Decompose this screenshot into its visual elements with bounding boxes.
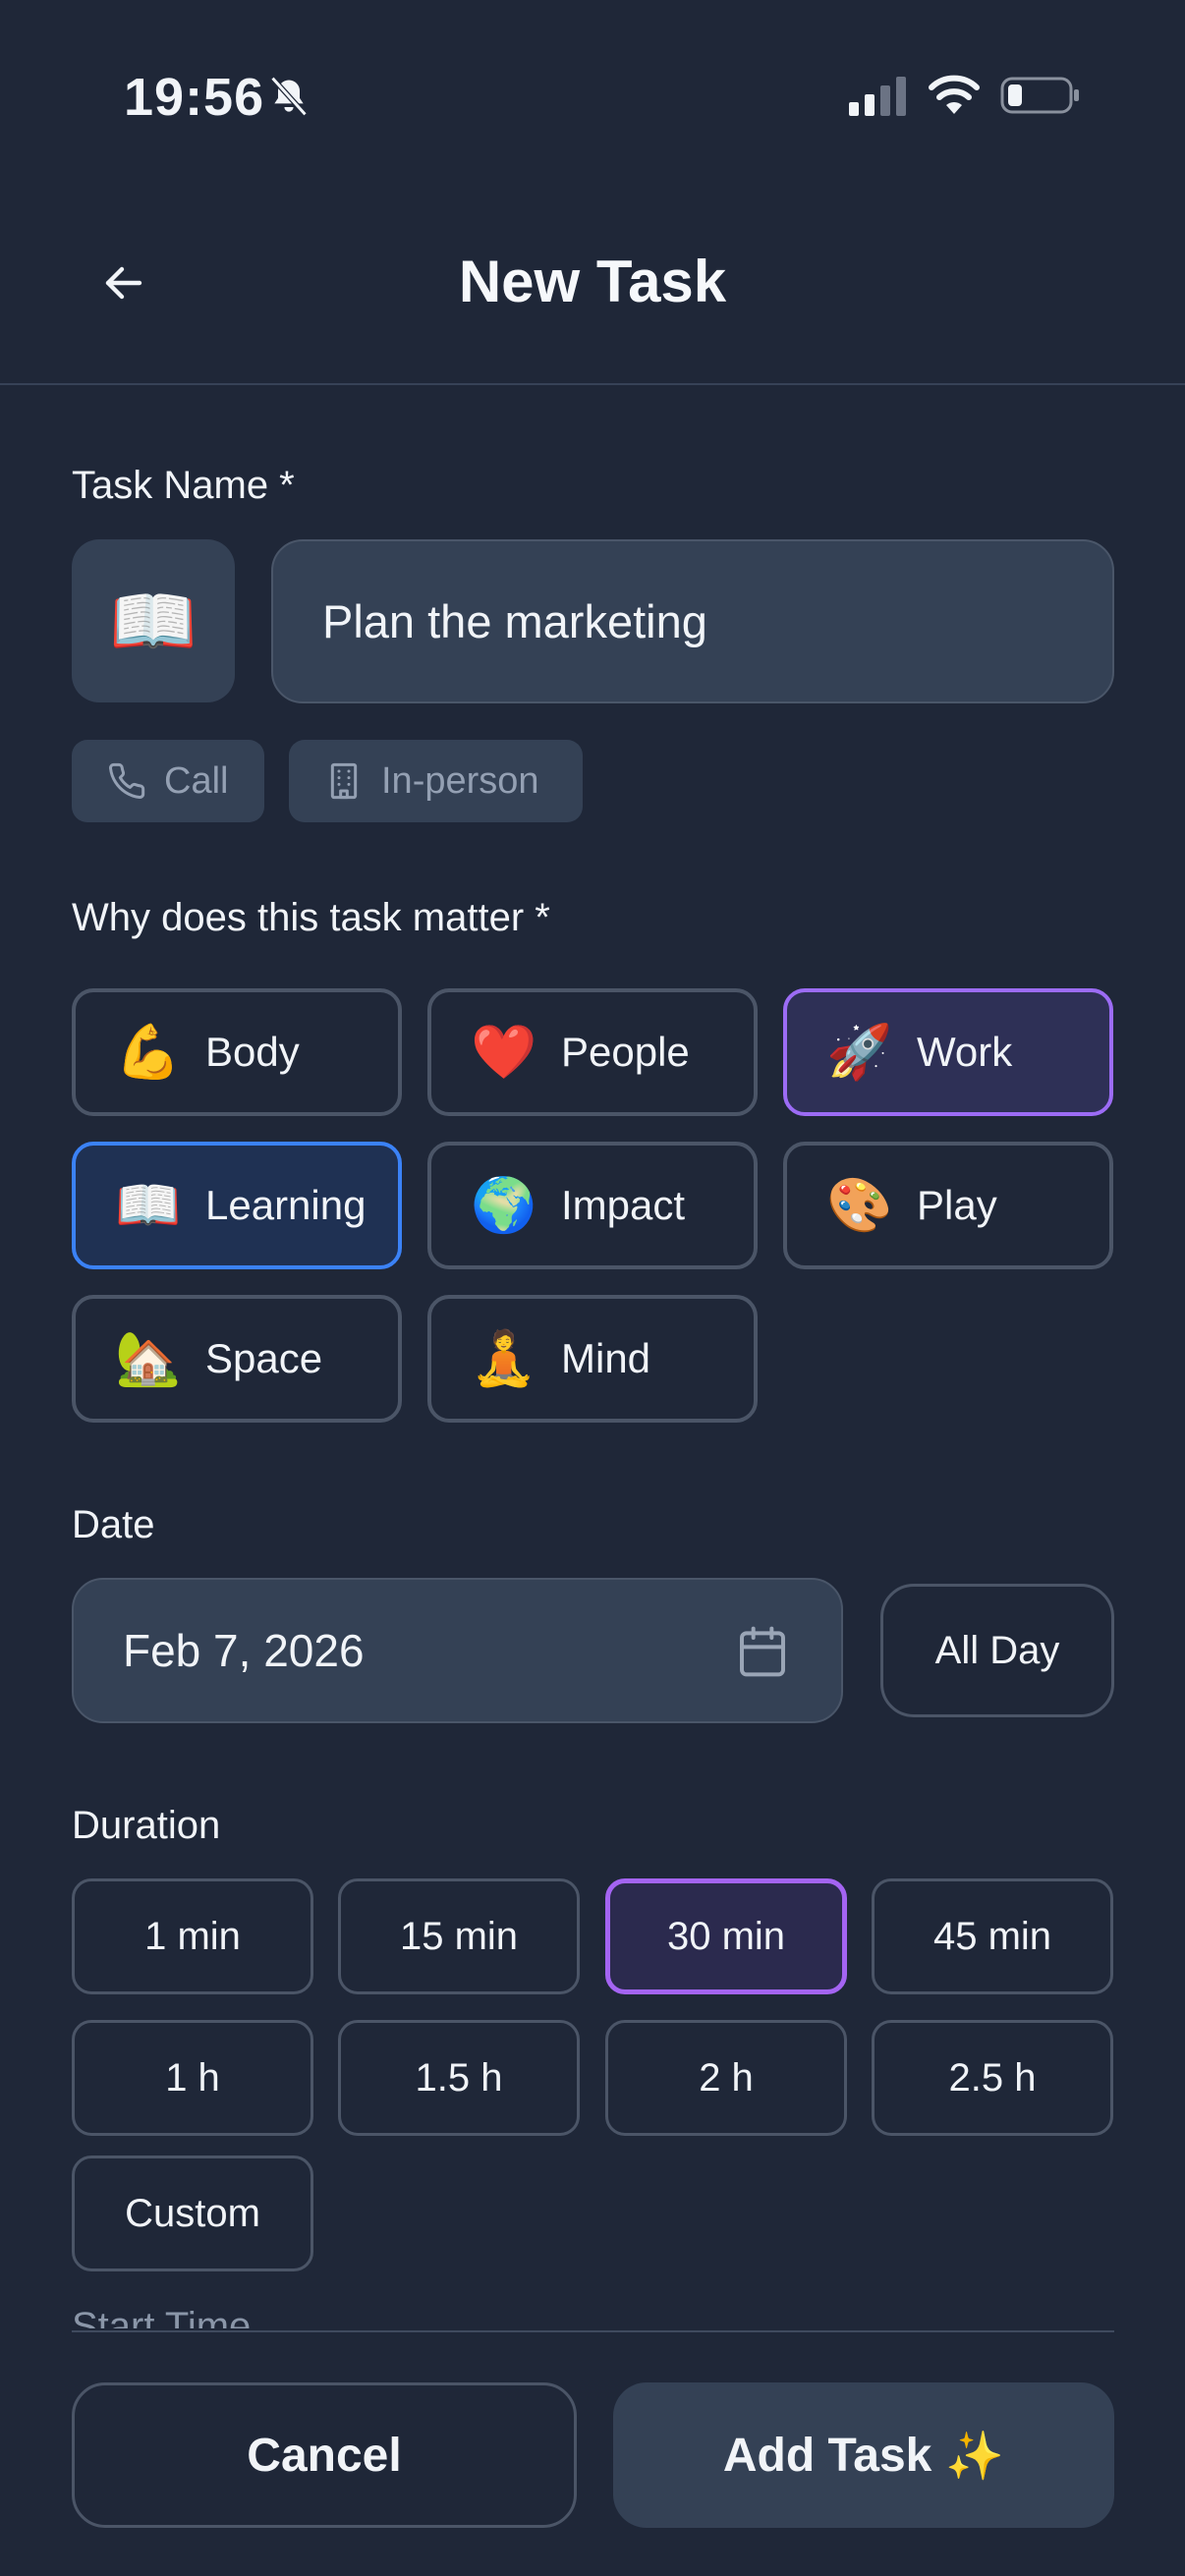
why-option-label: Work: [917, 1029, 1013, 1075]
why-option-body[interactable]: 💪 Body: [72, 988, 402, 1116]
footer-divider: [72, 2330, 1114, 2332]
duration-option-30-min[interactable]: 30 min: [605, 1878, 847, 1994]
duration-option-1-h[interactable]: 1 h: [72, 2020, 313, 2136]
why-option-space[interactable]: 🏡 Space: [72, 1295, 402, 1423]
in-person-chip[interactable]: In-person: [289, 740, 583, 822]
date-label: Date: [72, 1503, 155, 1546]
why-option-label: Impact: [561, 1182, 686, 1228]
all-day-button[interactable]: All Day: [880, 1584, 1114, 1717]
call-chip[interactable]: Call: [72, 740, 264, 822]
duration-option-custom[interactable]: Custom: [72, 2156, 313, 2271]
task-name-value: Plan the marketing: [322, 595, 707, 647]
globe-icon: 🌍: [471, 1175, 537, 1235]
calendar-icon: [740, 1626, 785, 1677]
sparkles-icon: ✨: [945, 2430, 1005, 2483]
page-title: New Task: [458, 249, 727, 314]
book-icon: 📖: [109, 582, 198, 661]
wifi-icon: [929, 75, 980, 114]
duration-label: Duration: [72, 1804, 221, 1847]
task-name-label: Task Name *: [72, 464, 295, 507]
house-icon: 🏡: [115, 1328, 182, 1388]
book-icon: 📖: [115, 1175, 182, 1235]
why-option-label: Learning: [205, 1182, 367, 1228]
building-icon: [330, 762, 358, 800]
duration-option-45-min[interactable]: 45 min: [872, 1878, 1113, 1994]
why-option-play[interactable]: 🎨 Play: [783, 1142, 1113, 1269]
why-option-work[interactable]: 🚀 Work: [783, 988, 1113, 1116]
header: New Task: [0, 196, 1185, 385]
duration-option-1-min[interactable]: 1 min: [72, 1878, 313, 1994]
why-option-label: Mind: [561, 1335, 651, 1381]
why-option-learning[interactable]: 📖 Learning: [72, 1142, 402, 1269]
why-option-mind[interactable]: 🧘 Mind: [427, 1295, 758, 1423]
cancel-button[interactable]: Cancel: [72, 2382, 577, 2528]
add-task-button[interactable]: Add Task ✨: [613, 2382, 1114, 2528]
battery-icon: [1000, 77, 1079, 114]
why-option-label: People: [561, 1029, 690, 1075]
date-value: Feb 7, 2026: [123, 1625, 365, 1676]
rocket-icon: 🚀: [826, 1022, 893, 1082]
why-label: Why does this task matter *: [72, 896, 550, 939]
duration-option-15-min[interactable]: 15 min: [338, 1878, 580, 1994]
meditation-icon: 🧘: [471, 1328, 537, 1388]
in-person-chip-label: In-person: [381, 759, 539, 802]
why-option-label: Play: [917, 1182, 997, 1228]
call-chip-label: Call: [164, 759, 229, 802]
status-time: 19:56: [124, 68, 265, 127]
duration-option-2-h[interactable]: 2 h: [605, 2020, 847, 2136]
why-option-people[interactable]: ❤️ People: [427, 988, 758, 1116]
flexed-bicep-icon: 💪: [115, 1022, 182, 1082]
phone-icon: [109, 762, 145, 799]
why-option-label: Body: [205, 1029, 300, 1075]
cellular-signal-icon: [849, 77, 906, 116]
date-input[interactable]: Feb 7, 2026: [72, 1578, 843, 1723]
heart-icon: ❤️: [471, 1022, 537, 1082]
palette-icon: 🎨: [826, 1175, 893, 1235]
why-option-label: Space: [205, 1335, 323, 1381]
duration-option-2-5-h[interactable]: 2.5 h: [872, 2020, 1113, 2136]
task-emoji-picker[interactable]: 📖: [72, 539, 235, 702]
duration-option-1-5-h[interactable]: 1.5 h: [338, 2020, 580, 2136]
status-bar: 19:56: [0, 0, 1185, 196]
why-option-impact[interactable]: 🌍 Impact: [427, 1142, 758, 1269]
bell-off-icon: [270, 76, 308, 117]
task-name-input[interactable]: Plan the marketing: [271, 539, 1114, 703]
add-task-label: Add Task: [722, 2429, 932, 2482]
